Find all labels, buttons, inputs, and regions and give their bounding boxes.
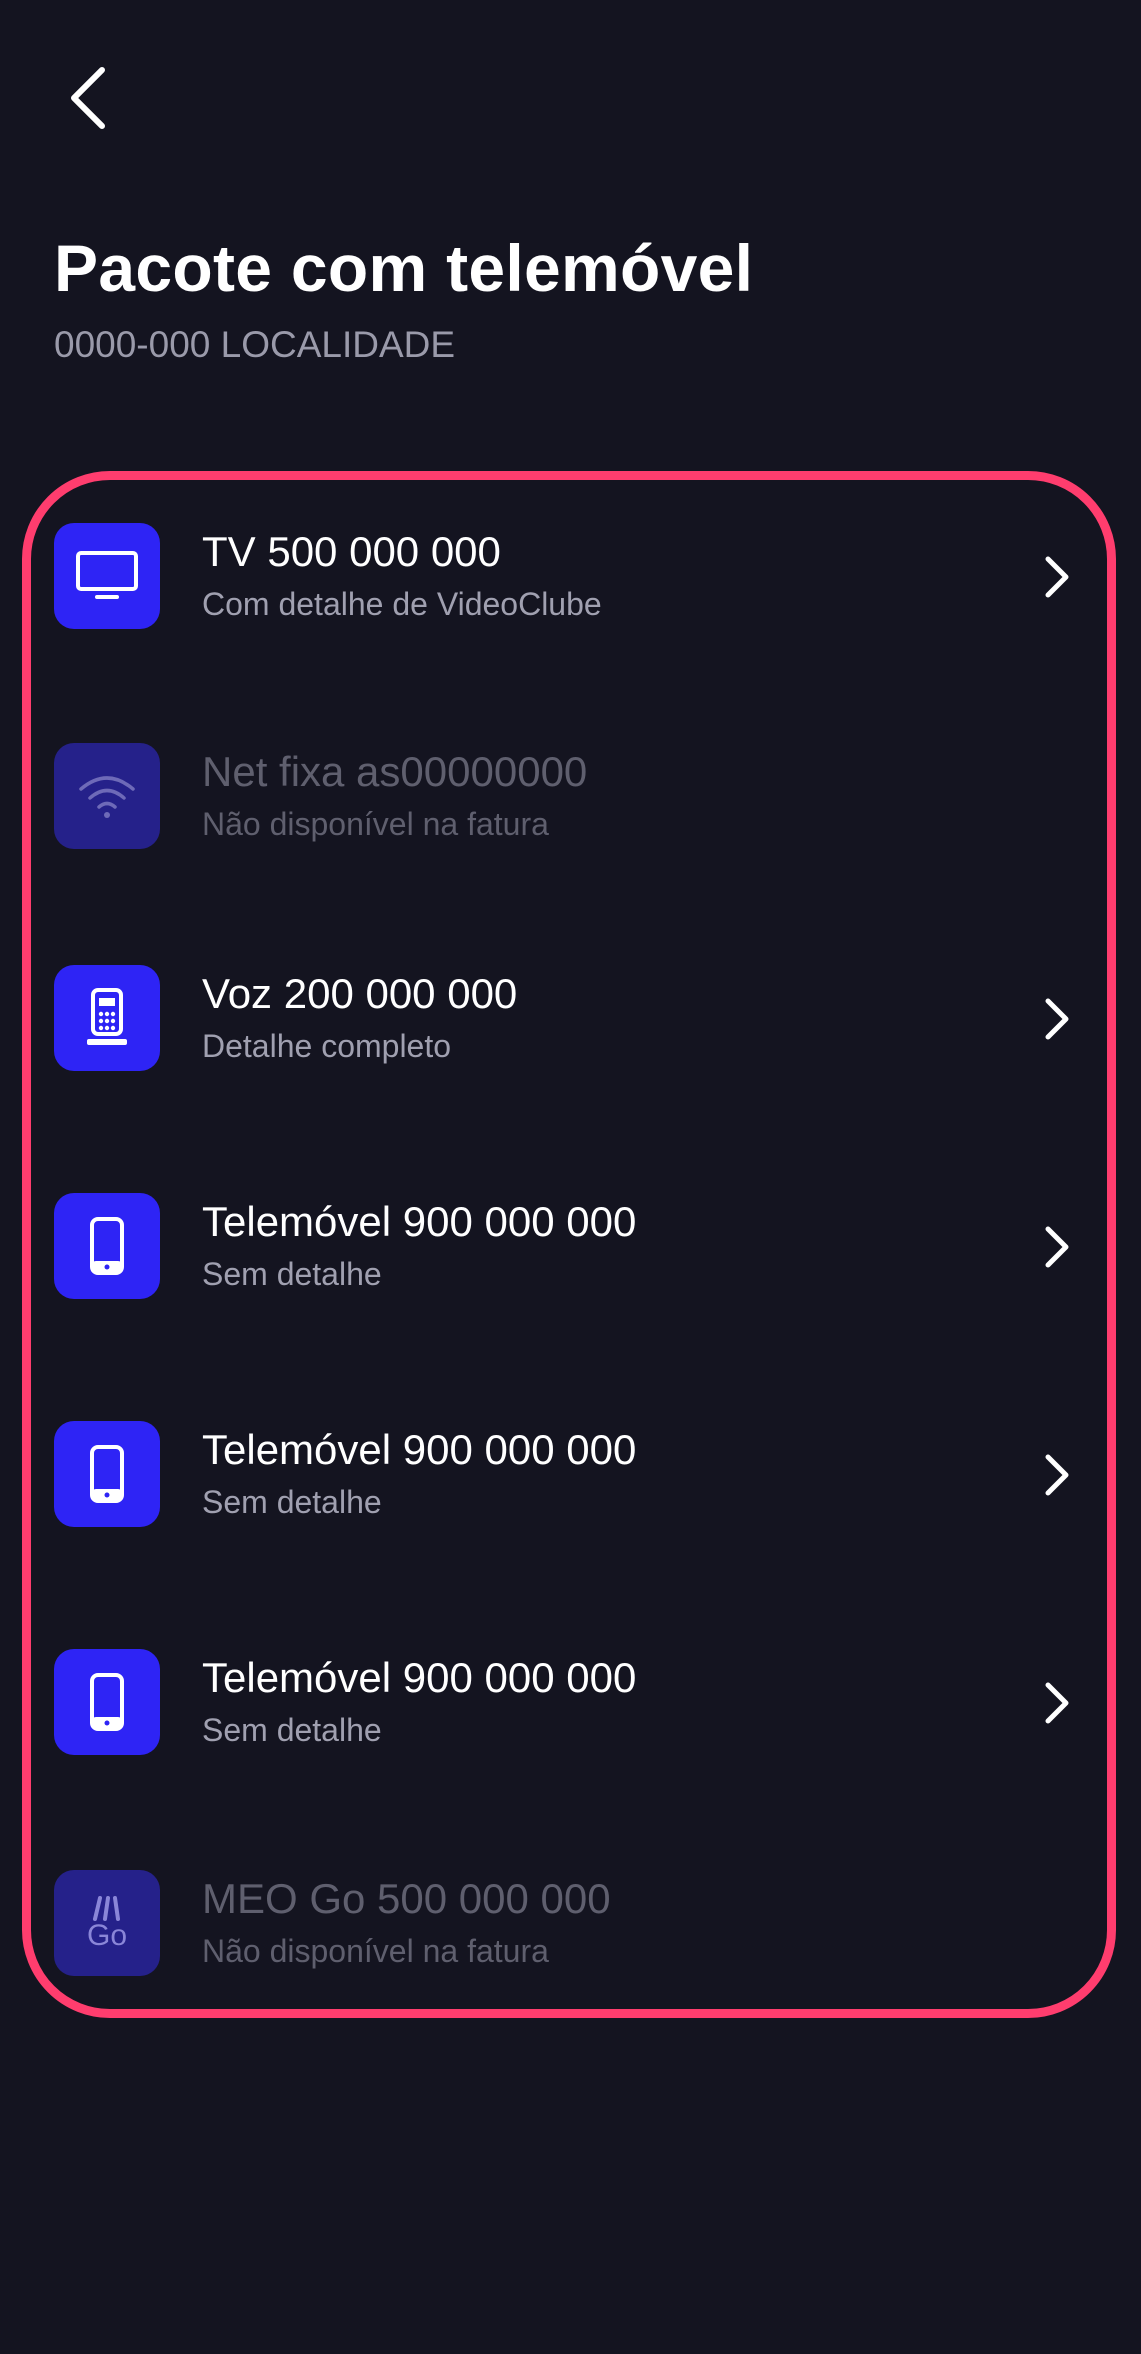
service-icon-box (54, 523, 160, 629)
service-subtitle: Sem detalhe (202, 1484, 382, 1520)
landline-phone-icon (87, 988, 127, 1045)
meo-go-icon: Go (87, 1895, 127, 1951)
service-title: TV 500 000 000 (202, 528, 501, 575)
service-subtitle: Não disponível na fatura (202, 1933, 549, 1969)
mobile-phone-icon (90, 1217, 124, 1275)
service-subtitle: Não disponível na fatura (202, 806, 549, 842)
service-item-mobile-2[interactable]: Telemóvel 900 000 000 Sem detalhe (0, 1421, 1141, 1591)
back-button[interactable] (52, 62, 124, 134)
service-icon-box (54, 1421, 160, 1527)
service-title: Telemóvel 900 000 000 (202, 1198, 637, 1245)
service-item-mobile-1[interactable]: Telemóvel 900 000 000 Sem detalhe (0, 1193, 1141, 1363)
service-icon-box (54, 1649, 160, 1755)
service-icon-box: Go (54, 1870, 160, 1976)
chevron-left-icon (71, 67, 105, 129)
mobile-phone-icon (90, 1445, 124, 1503)
service-item-net: Net fixa as00000000 Não disponível na fa… (0, 743, 1141, 913)
chevron-right-icon (1045, 1226, 1069, 1268)
chevron-right-icon (1045, 1454, 1069, 1496)
service-title: Telemóvel 900 000 000 (202, 1654, 637, 1701)
service-item-meo-go: Go MEO Go 500 000 000 Não disponível na … (0, 1870, 1141, 2040)
service-title: Voz 200 000 000 (202, 970, 518, 1017)
chevron-right-icon (1045, 1682, 1069, 1724)
service-icon-box (54, 1193, 160, 1299)
service-title: Telemóvel 900 000 000 (202, 1426, 637, 1473)
service-subtitle: Sem detalhe (202, 1712, 382, 1748)
service-item-voz[interactable]: Voz 200 000 000 Detalhe completo (0, 965, 1141, 1135)
chevron-right-icon (1045, 556, 1069, 598)
service-item-tv[interactable]: TV 500 000 000 Com detalhe de VideoClube (0, 523, 1141, 693)
page-subtitle: 0000-000 LOCALIDADE (54, 324, 456, 365)
service-subtitle: Sem detalhe (202, 1256, 382, 1292)
meo-go-bars-icon (93, 1896, 120, 1921)
service-icon-box (54, 965, 160, 1071)
service-title: Net fixa as00000000 (202, 748, 588, 795)
service-subtitle: Com detalhe de VideoClube (202, 586, 602, 622)
tv-icon (76, 551, 138, 599)
chevron-right-icon (1045, 998, 1069, 1040)
meo-go-label: Go (86, 1919, 128, 1952)
wifi-icon (79, 776, 135, 818)
page-title: Pacote com telemóvel (54, 231, 754, 305)
service-item-mobile-3[interactable]: Telemóvel 900 000 000 Sem detalhe (0, 1649, 1141, 1819)
service-title: MEO Go 500 000 000 (202, 1875, 611, 1922)
mobile-phone-icon (90, 1673, 124, 1731)
service-subtitle: Detalhe completo (202, 1028, 452, 1064)
service-icon-box (54, 743, 160, 849)
